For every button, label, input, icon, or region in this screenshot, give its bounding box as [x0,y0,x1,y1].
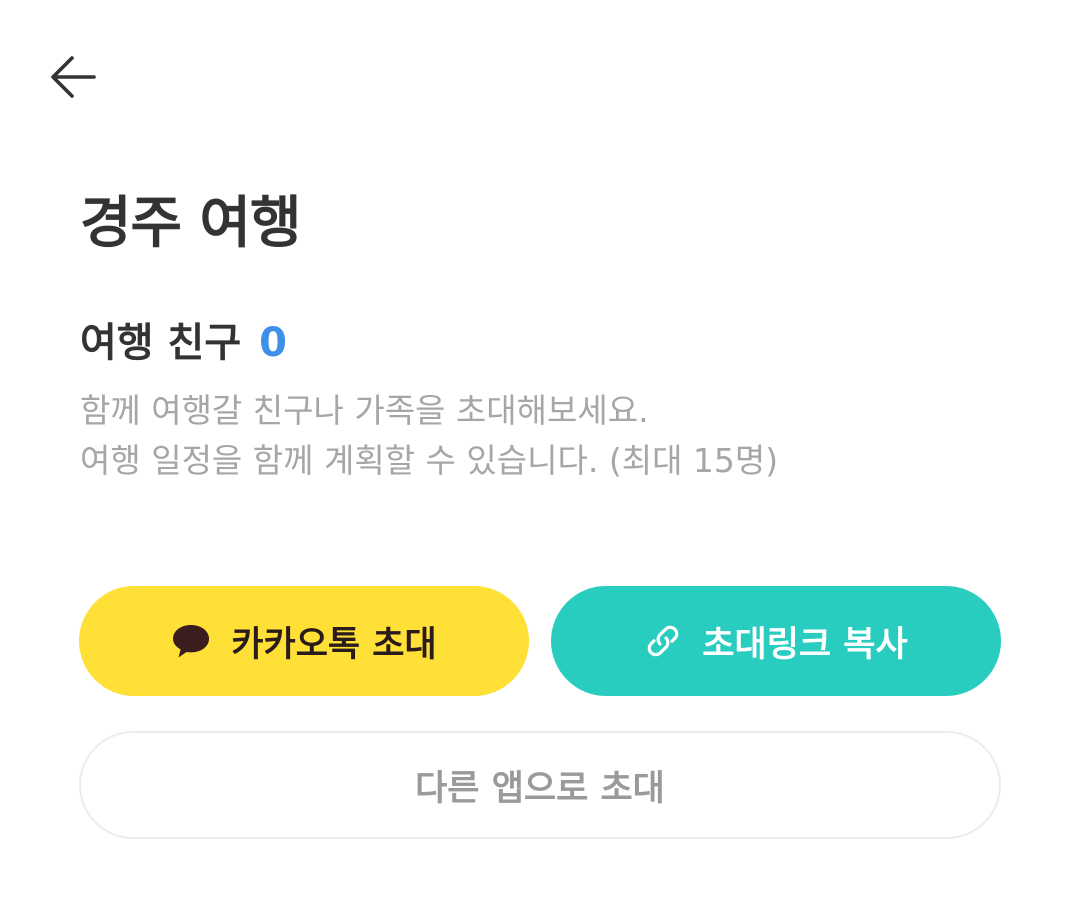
kakaotalk-invite-label: 카카오톡 초대 [231,624,437,665]
description-line-2: 여행 일정을 함께 계획할 수 있습니다. (최대 15명) [80,441,779,480]
invite-other-app-label: 다른 앱으로 초대 [415,768,665,809]
trip-title: 경주 여행 [80,191,302,256]
invite-description: 함께 여행갈 친구나 가족을 초대해보세요. 여행 일정을 함께 계획할 수 있… [80,386,778,486]
link-icon [644,622,682,660]
friends-count: 0 [259,320,287,366]
copy-invite-link-label: 초대링크 복사 [702,624,908,665]
friends-heading: 여행 친구 0 [80,310,287,368]
invite-friends-screen: 경주 여행 여행 친구 0 함께 여행갈 친구나 가족을 초대해보세요. 여행 … [0,0,1080,903]
copy-invite-link-button[interactable]: 초대링크 복사 [551,586,1001,696]
speech-bubble-icon [171,622,211,660]
invite-other-app-button[interactable]: 다른 앱으로 초대 [79,731,1001,839]
kakaotalk-invite-button[interactable]: 카카오톡 초대 [79,586,529,696]
friends-label: 여행 친구 [80,320,242,366]
description-line-1: 함께 여행갈 친구나 가족을 초대해보세요. [80,391,649,430]
arrow-left-icon [48,52,98,102]
back-button[interactable] [40,44,106,110]
